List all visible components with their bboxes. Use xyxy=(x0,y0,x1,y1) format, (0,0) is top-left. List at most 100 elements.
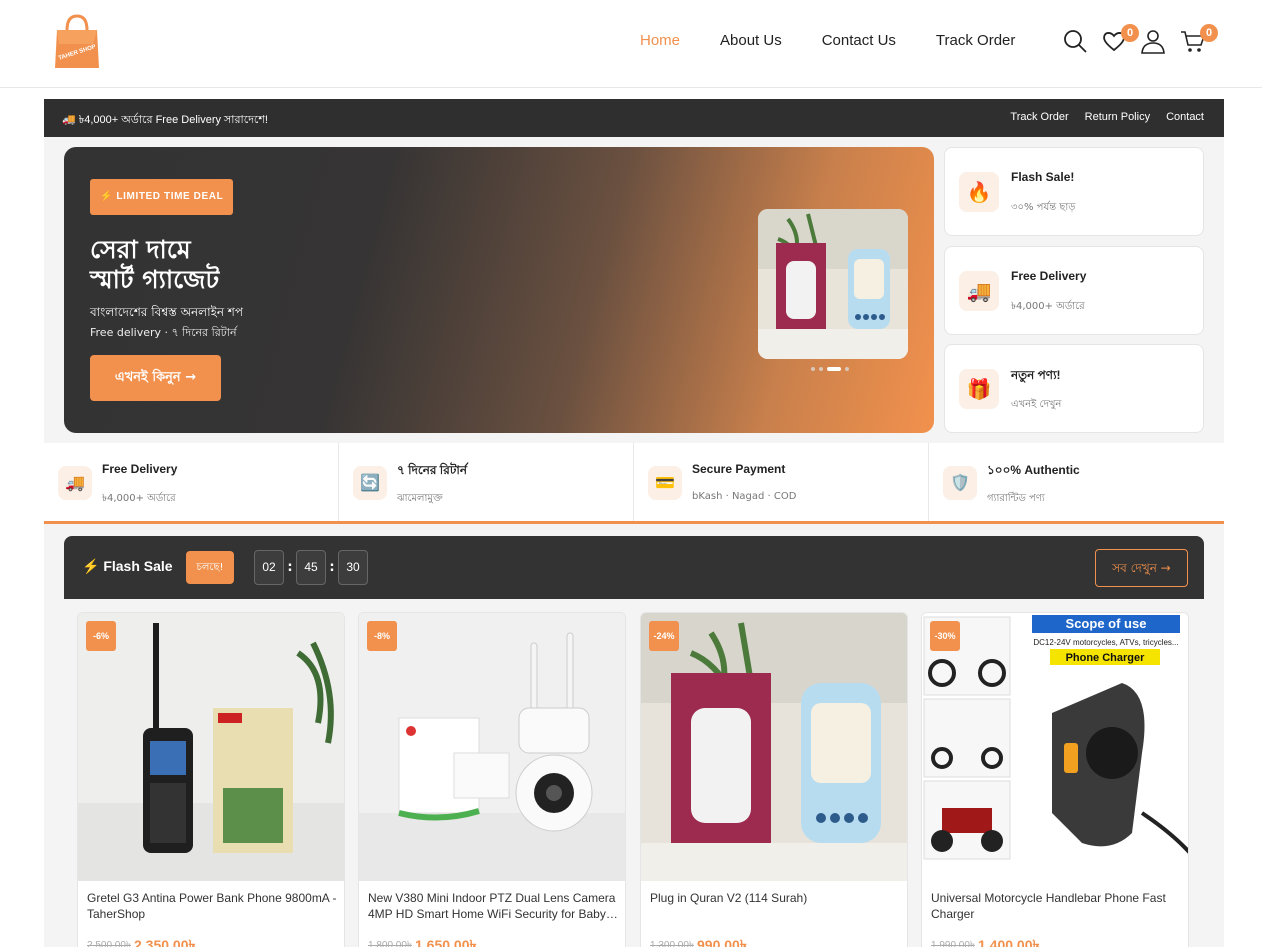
feature-authentic: 🛡️ ১০০% Authentic গ্যারান্টিড পণ্য xyxy=(929,443,1224,521)
side-card-subtitle: ৩০% পর্যন্ত ছাড় xyxy=(1011,202,1076,213)
see-all-button[interactable]: সব দেখুন → xyxy=(1095,549,1188,587)
feature-title: Secure Payment xyxy=(692,462,786,476)
timer-hours: 02 xyxy=(254,550,284,585)
refresh-icon: 🔄 xyxy=(353,466,387,500)
old-price: 1,990.00৳ xyxy=(931,940,975,947)
feature-subtitle: bKash · Nagad · COD xyxy=(692,491,797,502)
hero-title-line2: স্মার্ট গ্যাজেট xyxy=(90,265,220,294)
buy-now-button[interactable]: এখনই কিনুন → xyxy=(90,355,221,401)
sale-price: 990.00৳ xyxy=(697,937,747,947)
product-image[interactable] xyxy=(359,613,625,881)
nav-about-us[interactable]: About Us xyxy=(720,32,782,49)
product-name[interactable]: New V380 Mini Indoor PTZ Dual Lens Camer… xyxy=(368,890,618,922)
nav-track-order[interactable]: Track Order xyxy=(936,32,1015,49)
carousel-dot[interactable] xyxy=(819,367,823,371)
side-card-flash-sale[interactable]: 🔥 Flash Sale! ৩০% পর্যন্ত ছাড় xyxy=(944,147,1204,236)
main-nav: Home About Us Contact Us Track Order xyxy=(640,32,1055,49)
carousel-dot-active[interactable] xyxy=(827,367,841,371)
discount-badge: -30% xyxy=(930,621,960,651)
feature-secure-payment: 💳 Secure Payment bKash · Nagad · COD xyxy=(634,443,929,521)
wishlist-heart-icon[interactable]: 0 xyxy=(1101,24,1139,56)
limited-deal-badge: ⚡ LIMITED TIME DEAL xyxy=(90,179,234,215)
flash-sale-title: ⚡ Flash Sale xyxy=(82,558,173,574)
wishlist-count-badge: 0 xyxy=(1121,24,1139,42)
timer-minutes: 45 xyxy=(296,550,326,585)
topbar-link-return-policy[interactable]: Return Policy xyxy=(1085,111,1150,123)
live-badge: চলছে! xyxy=(186,551,234,584)
carousel-dots xyxy=(811,367,849,371)
side-card-title: Flash Sale! xyxy=(1011,170,1075,184)
product-name[interactable]: Universal Motorcycle Handlebar Phone Fas… xyxy=(931,890,1181,922)
side-card-title: Free Delivery xyxy=(1011,269,1087,283)
search-icon[interactable] xyxy=(1062,28,1090,56)
discount-badge: -8% xyxy=(367,621,397,651)
free-delivery-promo: 🚚 ৳4,000+ অর্ডারে Free Delivery সারাদেশে… xyxy=(62,114,268,126)
product-name[interactable]: Plug in Quran V2 (114 Surah) xyxy=(650,890,900,906)
side-card-title: নতুন পণ্য! xyxy=(1011,368,1061,382)
product-image[interactable] xyxy=(641,613,907,881)
hero-title-line1: সেরা দামে xyxy=(90,235,191,264)
old-price: 1,800.00৳ xyxy=(368,940,412,947)
timer-colon: : xyxy=(329,560,335,575)
delivery-truck-icon: 🚚 xyxy=(58,466,92,500)
charger-banner-label: Phone Charger xyxy=(1066,652,1146,664)
features-row: 🚚 Free Delivery ৳4,000+ অর্ডারে 🔄 ৭ দিনে… xyxy=(44,443,1224,524)
site-header: TAHER SHOP Home About Us Contact Us Trac… xyxy=(0,0,1262,88)
cart-count-badge: 0 xyxy=(1200,24,1218,42)
nav-contact-us[interactable]: Contact Us xyxy=(822,32,896,49)
product-card[interactable]: -24% Plug in Quran V2 (114 Surah) 1,300.… xyxy=(640,612,908,947)
delivery-truck-icon: 🚚 xyxy=(959,271,999,311)
product-name[interactable]: Gretel G3 Antina Power Bank Phone 9800mA… xyxy=(87,890,337,922)
timer-seconds: 30 xyxy=(338,550,368,585)
sale-price: 2,350.00৳ xyxy=(134,937,196,947)
hero-product-image[interactable] xyxy=(758,209,908,359)
user-account-icon[interactable] xyxy=(1140,28,1168,56)
product-grid: -6% Gretel G3 Antina Power Bank Phone 98… xyxy=(64,599,1204,947)
feature-return: 🔄 ৭ দিনের রিটার্ন ঝামেলামুক্ত xyxy=(339,443,634,521)
old-price: 2,500.00৳ xyxy=(87,940,131,947)
countdown-timer: 02 : 45 : 30 xyxy=(254,550,368,585)
feature-title: ৭ দিনের রিটার্ন xyxy=(397,463,468,477)
cart-icon[interactable]: 0 xyxy=(1180,24,1218,56)
side-card-subtitle: এখনই দেখুন xyxy=(1011,399,1062,410)
side-card-free-delivery[interactable]: 🚚 Free Delivery ৳4,000+ অর্ডারে xyxy=(944,246,1204,335)
sale-price: 1,650.00৳ xyxy=(415,937,477,947)
product-card[interactable]: -6% Gretel G3 Antina Power Bank Phone 98… xyxy=(77,612,345,947)
old-price: 1,300.00৳ xyxy=(650,940,694,947)
charger-banner-title: Scope of use xyxy=(1066,616,1147,631)
announcement-bar: 🚚 ৳4,000+ অর্ডারে Free Delivery সারাদেশে… xyxy=(44,99,1224,137)
feature-subtitle: গ্যারান্টিড পণ্য xyxy=(987,493,1045,504)
hero-title: সেরা দামে স্মার্ট গ্যাজেট xyxy=(90,235,390,295)
product-image[interactable] xyxy=(78,613,344,881)
credit-card-icon: 💳 xyxy=(648,466,682,500)
topbar-link-contact[interactable]: Contact xyxy=(1166,111,1204,123)
topbar-links: Track Order Return Policy Contact xyxy=(1010,111,1204,123)
side-card-subtitle: ৳4,000+ অর্ডারে xyxy=(1011,301,1085,312)
gift-icon: 🎁 xyxy=(959,369,999,409)
feature-subtitle: ঝামেলামুক্ত xyxy=(397,493,443,504)
discount-badge: -6% xyxy=(86,621,116,651)
hero-banner: ⚡ LIMITED TIME DEAL সেরা দামে স্মার্ট গ্… xyxy=(64,147,934,433)
flash-sale-header: ⚡ Flash Sale চলছে! 02 : 45 : 30 সব দেখুন… xyxy=(64,536,1204,599)
shield-icon: 🛡️ xyxy=(943,466,977,500)
discount-badge: -24% xyxy=(649,621,679,651)
side-card-new-products[interactable]: 🎁 নতুন পণ্য! এখনই দেখুন xyxy=(944,344,1204,433)
product-card[interactable]: -8% New V380 Mini Indoor PTZ Dual Lens C… xyxy=(358,612,626,947)
fire-icon: 🔥 xyxy=(959,172,999,212)
feature-title: Free Delivery xyxy=(102,462,178,476)
product-image[interactable]: Scope of use DC12-24V motorcycles, ATVs,… xyxy=(922,613,1188,881)
timer-colon: : xyxy=(287,560,293,575)
nav-home[interactable]: Home xyxy=(640,32,680,49)
charger-banner-subtitle: DC12-24V motorcycles, ATVs, tricycles... xyxy=(1033,638,1178,647)
shop-logo[interactable]: TAHER SHOP xyxy=(53,14,101,70)
feature-title: ১০০% Authentic xyxy=(987,463,1080,477)
carousel-dot[interactable] xyxy=(811,367,815,371)
topbar-link-track-order[interactable]: Track Order xyxy=(1010,111,1068,123)
sale-price: 1,400.00৳ xyxy=(978,937,1040,947)
feature-subtitle: ৳4,000+ অর্ডারে xyxy=(102,493,176,504)
hero-subtitle: বাংলাদেশের বিশ্বস্ত অনলাইন শপ xyxy=(90,305,244,319)
feature-free-delivery: 🚚 Free Delivery ৳4,000+ অর্ডারে xyxy=(44,443,339,521)
carousel-dot[interactable] xyxy=(845,367,849,371)
product-card[interactable]: Scope of use DC12-24V motorcycles, ATVs,… xyxy=(921,612,1189,947)
hero-tagline: Free delivery · ৭ দিনের রিটার্ন xyxy=(90,326,237,339)
